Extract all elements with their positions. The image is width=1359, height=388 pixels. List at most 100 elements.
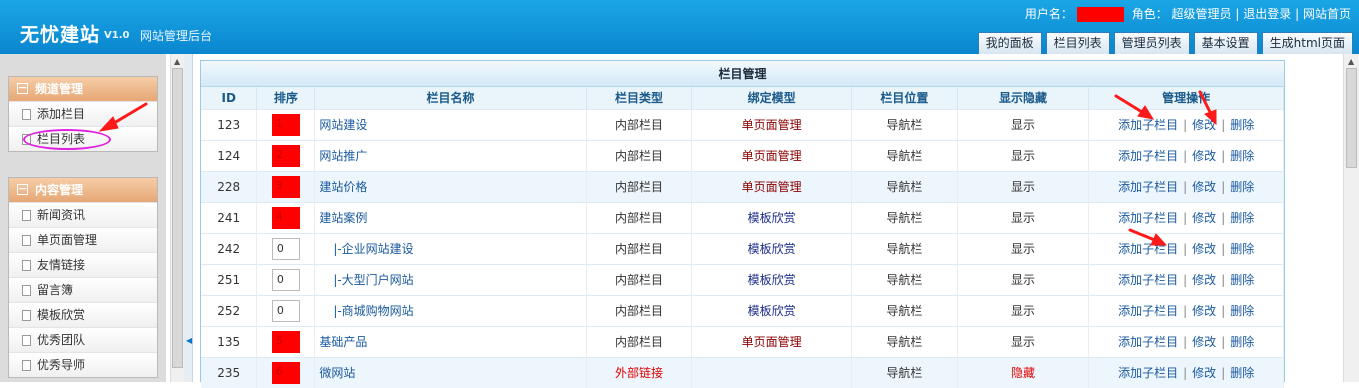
scrollbar-thumb[interactable]: [172, 68, 183, 368]
separator: |: [1183, 304, 1188, 318]
edit-link[interactable]: 修改: [1192, 366, 1216, 380]
user-label: 用户名：: [1024, 7, 1073, 21]
cell-id: 235: [201, 356, 258, 388]
cell-model: 单页面管理: [691, 170, 852, 202]
cell-sort: 6: [256, 356, 316, 388]
col-header-type: 栏目类型: [586, 87, 693, 109]
cell-type: 内部栏目: [586, 108, 693, 140]
add-child-link[interactable]: 添加子栏目: [1118, 304, 1178, 318]
add-child-link[interactable]: 添加子栏目: [1118, 335, 1178, 349]
sort-input[interactable]: 4: [271, 206, 300, 229]
cell-operations: 添加子栏目 | 修改 | 删除: [1088, 325, 1284, 357]
edit-link[interactable]: 修改: [1192, 211, 1216, 225]
logo-version: V1.0: [104, 30, 130, 41]
add-child-link[interactable]: 添加子栏目: [1118, 242, 1178, 256]
delete-link[interactable]: 删除: [1230, 273, 1254, 287]
sidebar-group-channel: − 频道管理 添加栏目 栏目列表: [8, 76, 158, 152]
sidebar-item-guestbook[interactable]: 留言簿: [9, 277, 157, 302]
delete-link[interactable]: 删除: [1230, 211, 1254, 225]
scroll-up-icon[interactable]: ▲: [1348, 57, 1354, 66]
edit-link[interactable]: 修改: [1192, 149, 1216, 163]
sort-input[interactable]: 0: [271, 237, 300, 260]
separator: |: [1221, 242, 1226, 256]
sort-input[interactable]: 6: [271, 361, 300, 384]
collapse-arrow-icon[interactable]: ◀: [186, 336, 192, 345]
column-name-link[interactable]: 网站推广: [319, 149, 367, 163]
sort-input[interactable]: 2: [271, 144, 300, 167]
edit-link[interactable]: 修改: [1192, 273, 1216, 287]
page-scrollbar[interactable]: ▲: [1343, 54, 1359, 382]
cell-id: 124: [201, 139, 258, 171]
edit-link[interactable]: 修改: [1192, 118, 1216, 132]
document-icon: [22, 360, 31, 371]
column-name-link[interactable]: 建站价格: [319, 180, 367, 194]
sidebar-item-label: 单页面管理: [37, 233, 98, 247]
tab-admin-list[interactable]: 管理员列表: [1113, 32, 1190, 54]
edit-link[interactable]: 修改: [1192, 180, 1216, 194]
tab-my-panel[interactable]: 我的面板: [977, 32, 1042, 54]
sort-input[interactable]: 1: [271, 113, 300, 136]
sort-input[interactable]: 0: [271, 299, 300, 322]
edit-link[interactable]: 修改: [1192, 242, 1216, 256]
sidebar-item-single-page[interactable]: 单页面管理: [9, 227, 157, 252]
cell-name: 建站案例: [314, 201, 587, 233]
home-link[interactable]: 网站首页: [1303, 7, 1351, 21]
sidebar-group-header[interactable]: − 内容管理: [9, 178, 157, 202]
tab-basic-settings[interactable]: 基本设置: [1193, 32, 1258, 54]
add-child-link[interactable]: 添加子栏目: [1118, 118, 1178, 132]
scrollbar-thumb[interactable]: [1346, 68, 1357, 168]
tab-generate-html[interactable]: 生成html页面: [1261, 32, 1353, 54]
delete-link[interactable]: 删除: [1230, 304, 1254, 318]
scroll-up-icon[interactable]: ▲: [174, 57, 180, 66]
cell-operations: 添加子栏目 | 修改 | 删除: [1088, 170, 1284, 202]
separator: |: [1183, 273, 1188, 287]
edit-link[interactable]: 修改: [1192, 335, 1216, 349]
add-child-link[interactable]: 添加子栏目: [1118, 211, 1178, 225]
sidebar-scrollbar[interactable]: ▲: [170, 54, 184, 382]
edit-link[interactable]: 修改: [1192, 304, 1216, 318]
document-icon: [22, 260, 31, 271]
sort-input[interactable]: 3: [271, 175, 300, 198]
sidebar-item-links[interactable]: 友情链接: [9, 252, 157, 277]
delete-link[interactable]: 删除: [1230, 180, 1254, 194]
sidebar-group-header[interactable]: − 频道管理: [9, 77, 157, 101]
sidebar-item-team[interactable]: 优秀团队: [9, 327, 157, 352]
delete-link[interactable]: 删除: [1230, 118, 1254, 132]
logout-link[interactable]: 退出登录: [1243, 7, 1291, 21]
cell-name: 基础产品: [314, 325, 587, 357]
sidebar-item-news[interactable]: 新闻资讯: [9, 202, 157, 227]
sidebar-item-label: 友情链接: [37, 258, 86, 272]
cell-position: 导航栏: [851, 201, 958, 233]
separator: |: [1183, 211, 1188, 225]
delete-link[interactable]: 删除: [1230, 149, 1254, 163]
column-name-link[interactable]: |-商城购物网站: [333, 304, 413, 318]
sidebar-item-mentors[interactable]: 优秀导师: [9, 352, 157, 377]
add-child-link[interactable]: 添加子栏目: [1118, 273, 1178, 287]
tab-column-list[interactable]: 栏目列表: [1045, 32, 1110, 54]
cell-type: 内部栏目: [586, 201, 693, 233]
add-child-link[interactable]: 添加子栏目: [1118, 180, 1178, 194]
sidebar-item-column-list[interactable]: 栏目列表: [9, 126, 157, 151]
column-name-link[interactable]: |-企业网站建设: [333, 242, 413, 256]
table-row: 241 4 建站案例 内部栏目 模板欣赏 导航栏 显示 添加子栏目 | 修改 | 删除: [201, 201, 1284, 233]
column-name-link[interactable]: 建站案例: [319, 211, 367, 225]
table-row: 228 3 建站价格 内部栏目 单页面管理 导航栏 显示 添加子栏目 | 修改 | 删除: [201, 170, 1284, 202]
sidebar-splitter[interactable]: ◀: [184, 54, 193, 382]
sidebar-item-templates[interactable]: 模板欣赏: [9, 302, 157, 327]
cell-type: 内部栏目: [586, 263, 693, 295]
add-child-link[interactable]: 添加子栏目: [1118, 149, 1178, 163]
column-name-link[interactable]: 网站建设: [319, 118, 367, 132]
panel-title: 栏目管理: [201, 61, 1284, 87]
column-name-link[interactable]: 微网站: [319, 366, 355, 380]
cell-sort: 2: [256, 139, 316, 171]
sort-input[interactable]: 0: [271, 268, 300, 291]
add-child-link[interactable]: 添加子栏目: [1118, 366, 1178, 380]
sort-input[interactable]: 5: [271, 330, 300, 353]
document-icon: [22, 235, 31, 246]
delete-link[interactable]: 删除: [1230, 335, 1254, 349]
column-name-link[interactable]: |-大型门户网站: [333, 273, 413, 287]
delete-link[interactable]: 删除: [1230, 366, 1254, 380]
sidebar-item-add-column[interactable]: 添加栏目: [9, 101, 157, 126]
column-name-link[interactable]: 基础产品: [319, 335, 367, 349]
delete-link[interactable]: 删除: [1230, 242, 1254, 256]
